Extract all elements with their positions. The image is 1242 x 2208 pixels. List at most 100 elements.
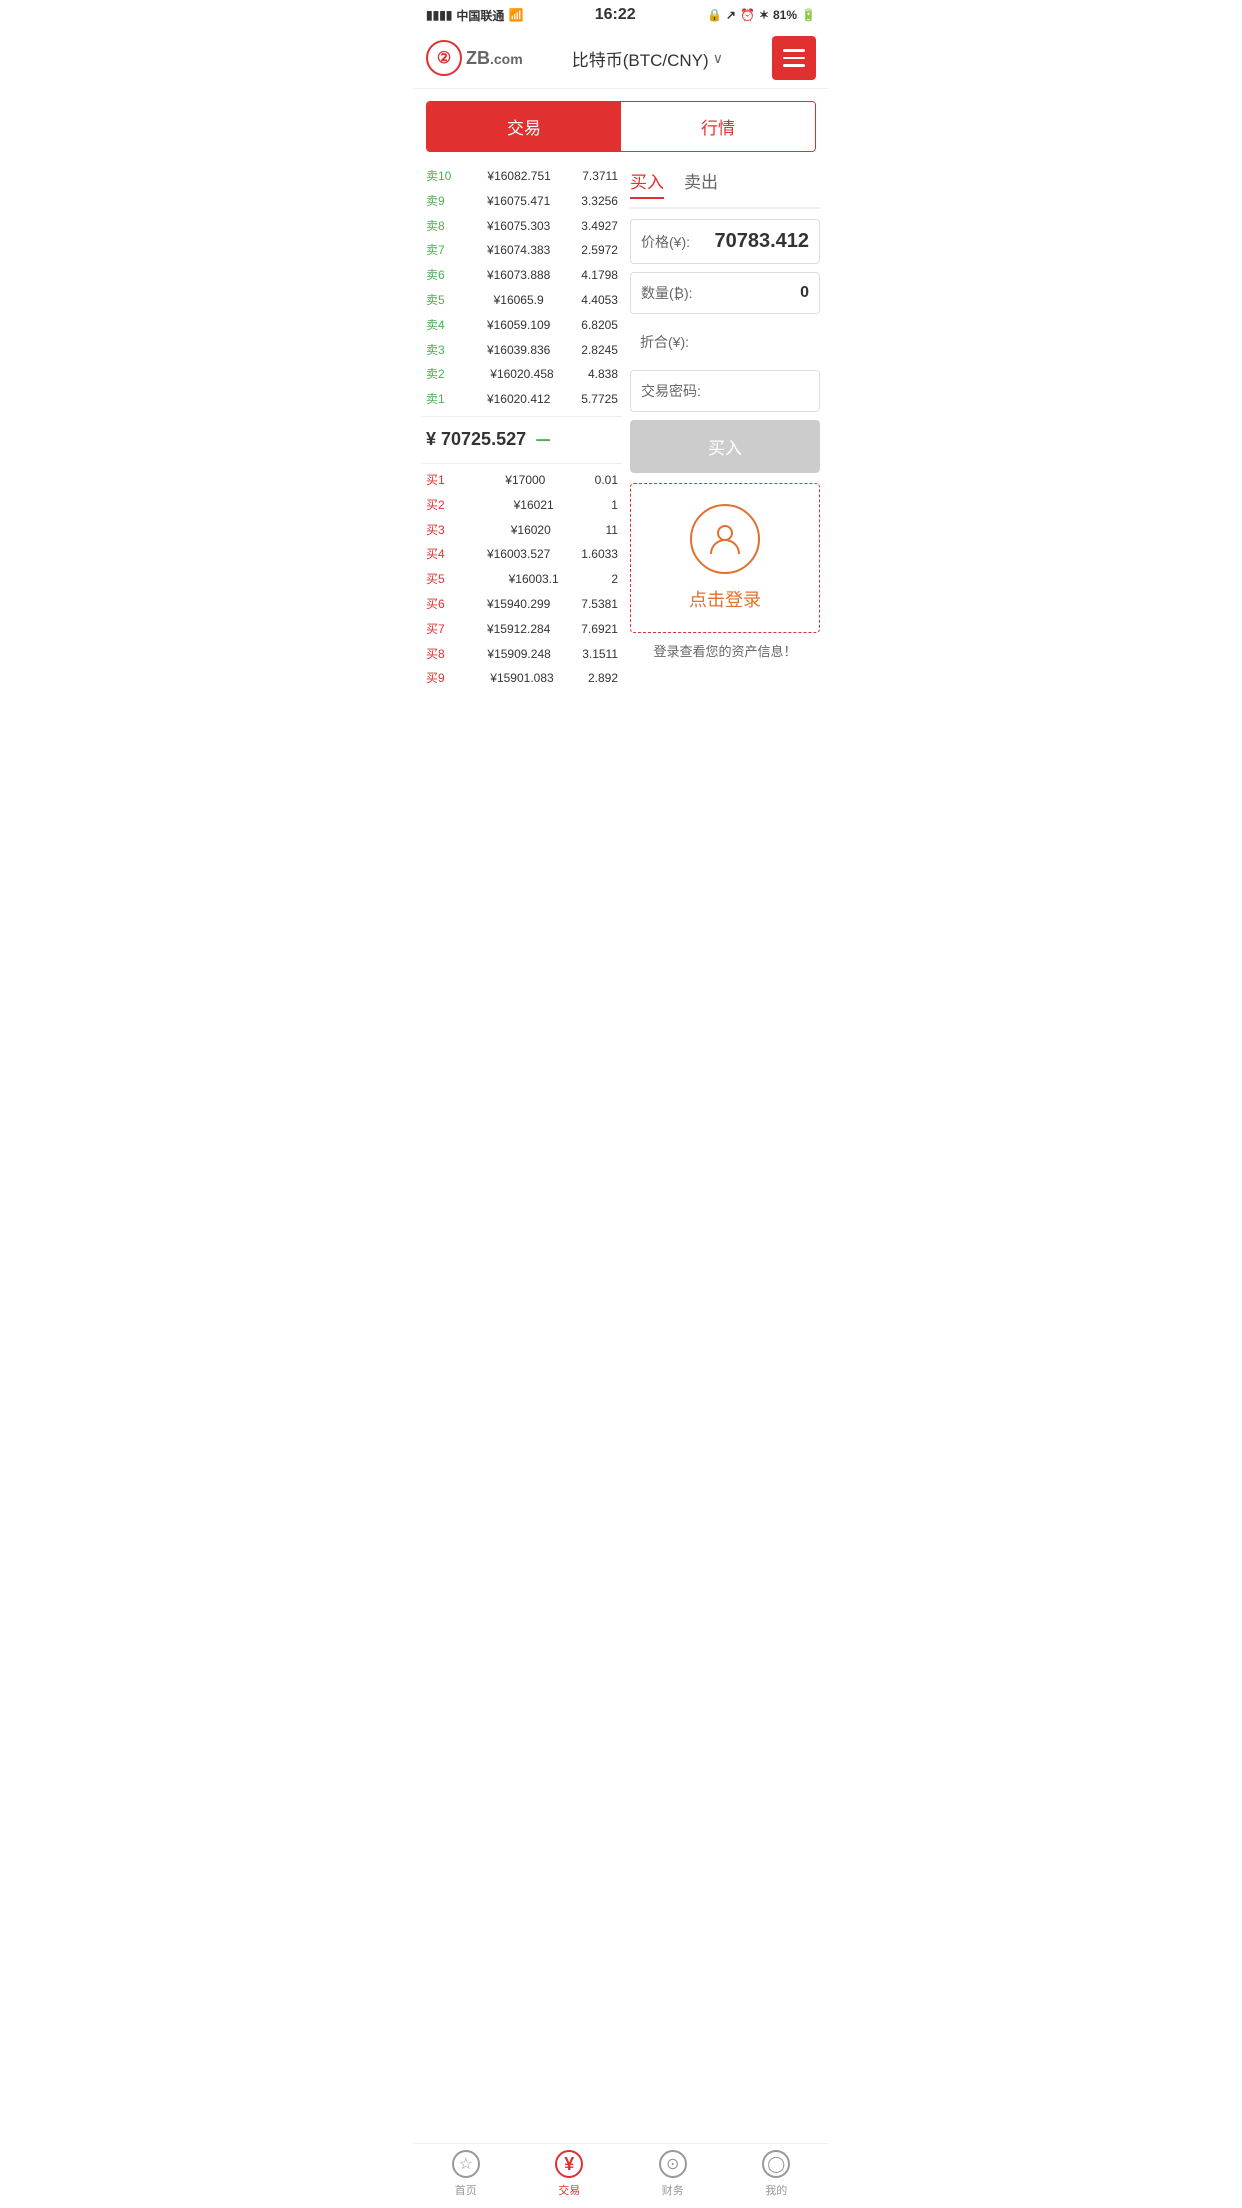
buy-price: ¥16021 [514,497,554,514]
buy-order-row[interactable]: 买1 ¥17000 0.01 [422,468,622,493]
alarm-icon: ⏰ [740,8,755,22]
sell-label: 卖2 [426,366,456,383]
quantity-input[interactable]: 0 [800,284,809,302]
tab-buy[interactable]: 买入 [630,168,664,199]
sell-amount: 2.8245 [581,342,618,359]
logo: ② ZB.com [426,40,523,76]
buy-amount: 2.892 [588,670,618,687]
sell-label: 卖10 [426,168,456,185]
tab-market[interactable]: 行情 [621,102,815,151]
logo-icon: ② [426,40,462,76]
buy-button[interactable]: 买入 [630,420,820,473]
asset-info-label: 登录查看您的资产信息！ [630,633,820,668]
price-input[interactable]: 70783.412 [714,230,809,253]
sell-price: ¥16059.109 [487,317,550,334]
nav-finance-label: 财务 [662,2182,684,2198]
price-field[interactable]: 价格(¥): 70783.412 [630,219,820,264]
sell-order-row[interactable]: 卖10 ¥16082.751 7.3711 [422,164,622,189]
sell-order-row[interactable]: 卖5 ¥16065.9 4.4053 [422,288,622,313]
buy-order-row[interactable]: 买7 ¥15912.284 7.6921 [422,617,622,642]
home-icon: ☆ [452,2150,480,2178]
trade-panel: 买入 卖出 价格(¥): 70783.412 数量(₿): 0 折合(¥): 交… [630,164,820,691]
buy-price: ¥15940.299 [487,596,550,613]
main-content: 卖10 ¥16082.751 7.3711 卖9 ¥16075.471 3.32… [414,164,828,691]
sell-order-row[interactable]: 卖2 ¥16020.458 4.838 [422,362,622,387]
sell-label: 卖9 [426,193,456,210]
sell-amount: 3.4927 [581,218,618,235]
menu-button[interactable] [772,36,816,80]
sell-label: 卖5 [426,292,456,309]
password-label: 交易密码: [641,381,701,401]
sell-label: 卖3 [426,342,456,359]
sell-price: ¥16065.9 [494,292,544,309]
wifi-icon: 📶 [508,8,523,22]
buy-label: 买1 [426,472,456,489]
buy-amount: 3.1511 [582,646,618,663]
nav-finance[interactable]: ⊙ 财务 [621,2150,725,2198]
login-label[interactable]: 点击登录 [689,586,761,612]
chevron-down-icon: ∨ [713,50,723,67]
sell-label: 卖7 [426,242,456,259]
sell-order-row[interactable]: 卖4 ¥16059.109 6.8205 [422,313,622,338]
buy-order-row[interactable]: 买5 ¥16003.1 2 [422,567,622,592]
tab-trade[interactable]: 交易 [427,102,621,151]
sell-order-row[interactable]: 卖8 ¥16075.303 3.4927 [422,214,622,239]
buy-order-row[interactable]: 买4 ¥16003.527 1.6033 [422,542,622,567]
buy-label: 买8 [426,646,456,663]
buy-amount: 7.5381 [581,596,618,613]
sell-price: ¥16039.836 [487,342,550,359]
buy-label: 买9 [426,670,456,687]
buy-order-row[interactable]: 买3 ¥16020 11 [422,518,622,543]
buy-order-row[interactable]: 买9 ¥15901.083 2.892 [422,666,622,691]
quantity-field[interactable]: 数量(₿): 0 [630,272,820,314]
sell-order-row[interactable]: 卖7 ¥16074.383 2.5972 [422,238,622,263]
sell-amount: 3.3256 [581,193,618,210]
buy-price: ¥16003.527 [487,546,550,563]
sell-price: ¥16075.471 [487,193,550,210]
login-box[interactable]: 点击登录 [630,483,820,633]
buy-order-row[interactable]: 买2 ¥16021 1 [422,493,622,518]
status-right: 🔒 ↗ ⏰ ✶ 81% 🔋 [707,8,816,22]
sell-order-row[interactable]: 卖3 ¥16039.836 2.8245 [422,338,622,363]
sell-price: ¥16020.412 [487,391,550,408]
carrier-label: 中国联通 [456,7,504,24]
current-price-row: ¥ 70725.527 － [422,416,622,464]
nav-trade-label: 交易 [558,2182,580,2198]
sell-order-row[interactable]: 卖1 ¥16020.412 5.7725 [422,387,622,412]
buy-price: ¥16003.1 [509,571,559,588]
nav-trade[interactable]: ¥ 交易 [518,2150,622,2198]
sell-amount: 5.7725 [581,391,618,408]
price-trend-icon: － [534,427,552,453]
buy-price: ¥15901.083 [490,670,553,687]
buy-amount: 0.01 [595,472,618,489]
sell-amount: 4.838 [588,366,618,383]
sell-amount: 4.1798 [581,267,618,284]
sell-price: ¥16082.751 [487,168,550,185]
sell-order-row[interactable]: 卖9 ¥16075.471 3.3256 [422,189,622,214]
user-icon [706,520,744,558]
battery-label: 81% [773,8,797,22]
buy-order-row[interactable]: 买8 ¥15909.248 3.1511 [422,642,622,667]
sell-label: 卖8 [426,218,456,235]
sell-order-row[interactable]: 卖6 ¥16073.888 4.1798 [422,263,622,288]
tab-sell[interactable]: 卖出 [684,168,718,199]
total-label: 折合(¥): [640,332,689,352]
header-title[interactable]: 比特币(BTC/CNY) ∨ [572,46,723,71]
buy-label: 买7 [426,621,456,638]
nav-profile[interactable]: ◯ 我的 [725,2150,829,2198]
battery-icon: 🔋 [801,8,816,22]
password-field[interactable]: 交易密码: [630,370,820,412]
buy-label: 买6 [426,596,456,613]
buy-label: 买5 [426,571,456,588]
header: ② ZB.com 比特币(BTC/CNY) ∨ [414,28,828,89]
signal-icon: ▮▮▮▮ [426,8,452,22]
location-icon: ↗ [726,8,736,22]
nav-home[interactable]: ☆ 首页 [414,2150,518,2198]
buy-amount: 1.6033 [581,546,618,563]
sell-label: 卖6 [426,267,456,284]
buy-order-row[interactable]: 买6 ¥15940.299 7.5381 [422,592,622,617]
bottom-nav: ☆ 首页 ¥ 交易 ⊙ 财务 ◯ 我的 [414,2143,828,2208]
current-price-value: ¥ 70725.527 [426,429,526,450]
pair-label: 比特币(BTC/CNY) [572,46,709,71]
buy-orders: 买1 ¥17000 0.01 买2 ¥16021 1 买3 ¥16020 11 … [422,468,622,691]
